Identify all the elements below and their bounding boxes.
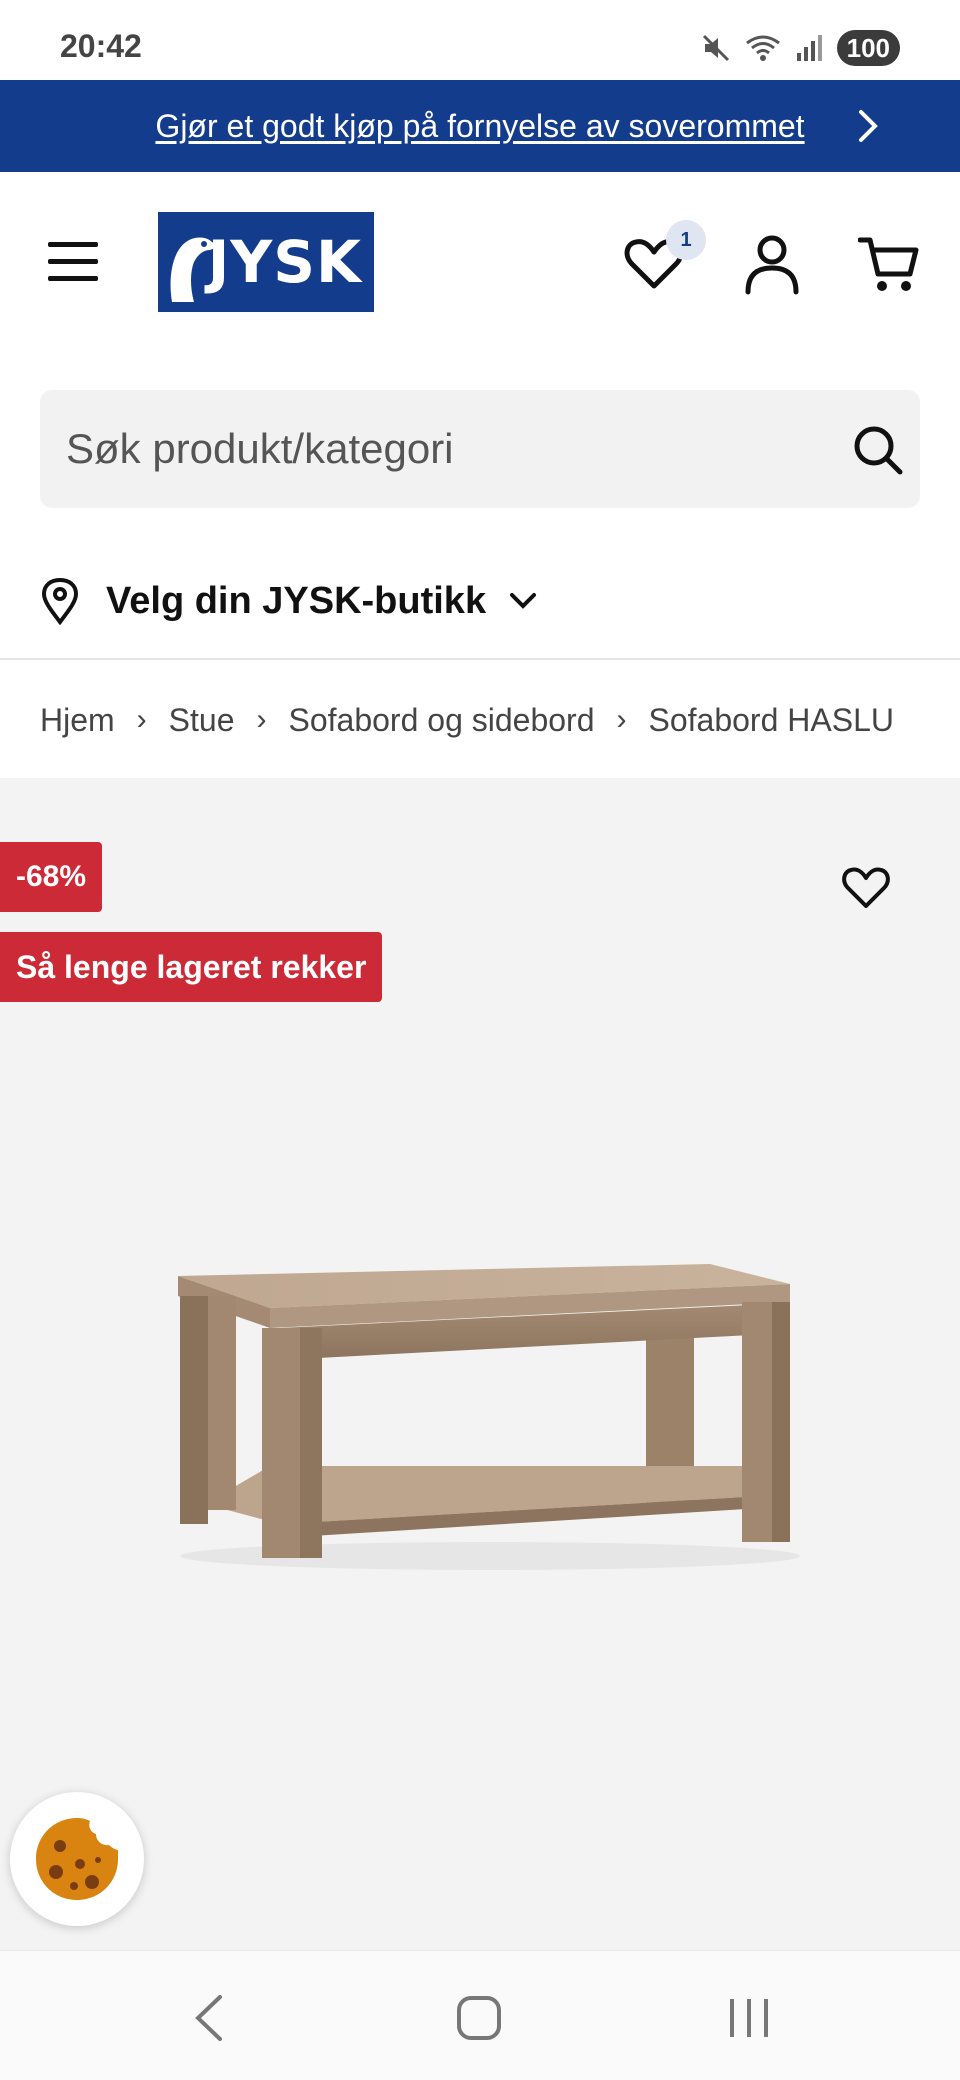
breadcrumb-item-sofabord-og-sidebord[interactable]: Sofabord og sidebord	[289, 702, 595, 739]
user-icon	[745, 235, 799, 295]
product-wishlist-button[interactable]	[840, 862, 892, 914]
breadcrumb-separator-icon: ›	[256, 703, 267, 736]
location-pin-icon	[41, 577, 79, 625]
search-bar	[40, 390, 920, 508]
bird-logo-icon	[170, 237, 220, 302]
breadcrumb-separator-icon: ›	[136, 703, 147, 736]
cookie-settings-button[interactable]	[10, 1792, 144, 1926]
breadcrumb-item-stue[interactable]: Stue	[169, 702, 235, 739]
account-button[interactable]	[742, 232, 802, 296]
cart-button[interactable]	[857, 232, 922, 296]
promo-link[interactable]: Gjør et godt kjøp på fornyelse av sovero…	[155, 108, 804, 145]
chevron-down-icon	[510, 593, 537, 609]
promo-banner[interactable]: Gjør et godt kjøp på fornyelse av sovero…	[0, 80, 960, 172]
jysk-logo[interactable]: JYSK	[158, 212, 374, 312]
chevron-right-icon	[856, 108, 880, 149]
nav-back-button[interactable]	[190, 1993, 230, 2048]
stock-badge: Så lenge lageret rekker	[0, 932, 383, 1002]
wishlist-count-badge: 1	[666, 220, 706, 260]
logo-text: JYSK	[207, 228, 362, 296]
site-header: JYSK 1	[0, 172, 960, 352]
search-input[interactable]	[66, 390, 826, 508]
status-icons: 100	[701, 30, 900, 66]
wifi-icon	[743, 33, 783, 63]
menu-icon	[48, 242, 98, 281]
system-nav-bar	[0, 1950, 960, 2080]
store-selector[interactable]: Velg din JYSK-butikk	[40, 565, 640, 637]
search-icon	[854, 426, 903, 475]
heart-icon	[842, 867, 890, 908]
status-bar: 20:42 100	[0, 0, 960, 80]
nav-home-button[interactable]	[456, 1993, 502, 2048]
recents-icon	[730, 1999, 768, 2037]
mute-icon	[701, 33, 731, 63]
breadcrumb-item-home[interactable]: Hjem	[40, 702, 115, 739]
product-image-coffee-table	[178, 1264, 800, 1570]
store-selector-label: Velg din JYSK-butikk	[106, 579, 487, 622]
search-button[interactable]	[852, 424, 904, 476]
cookie-icon	[36, 1818, 118, 1900]
signal-icon	[795, 33, 825, 63]
breadcrumb-separator-icon: ›	[616, 703, 627, 736]
discount-badge: -68%	[0, 842, 103, 912]
breadcrumb-item-current: Sofabord HASLU	[648, 701, 894, 738]
status-time: 20:42	[60, 28, 142, 64]
product-gallery[interactable]: -68% Så lenge lageret rekker	[0, 778, 960, 1950]
back-icon	[195, 1995, 222, 2041]
breadcrumb: Hjem › Stue › Sofabord og sidebord › Sof…	[40, 690, 920, 750]
nav-recents-button[interactable]	[726, 1993, 772, 2048]
home-icon	[457, 1996, 501, 2040]
menu-button[interactable]	[48, 240, 98, 284]
cart-icon	[857, 237, 919, 291]
divider	[0, 658, 960, 660]
battery-icon: 100	[836, 30, 900, 66]
